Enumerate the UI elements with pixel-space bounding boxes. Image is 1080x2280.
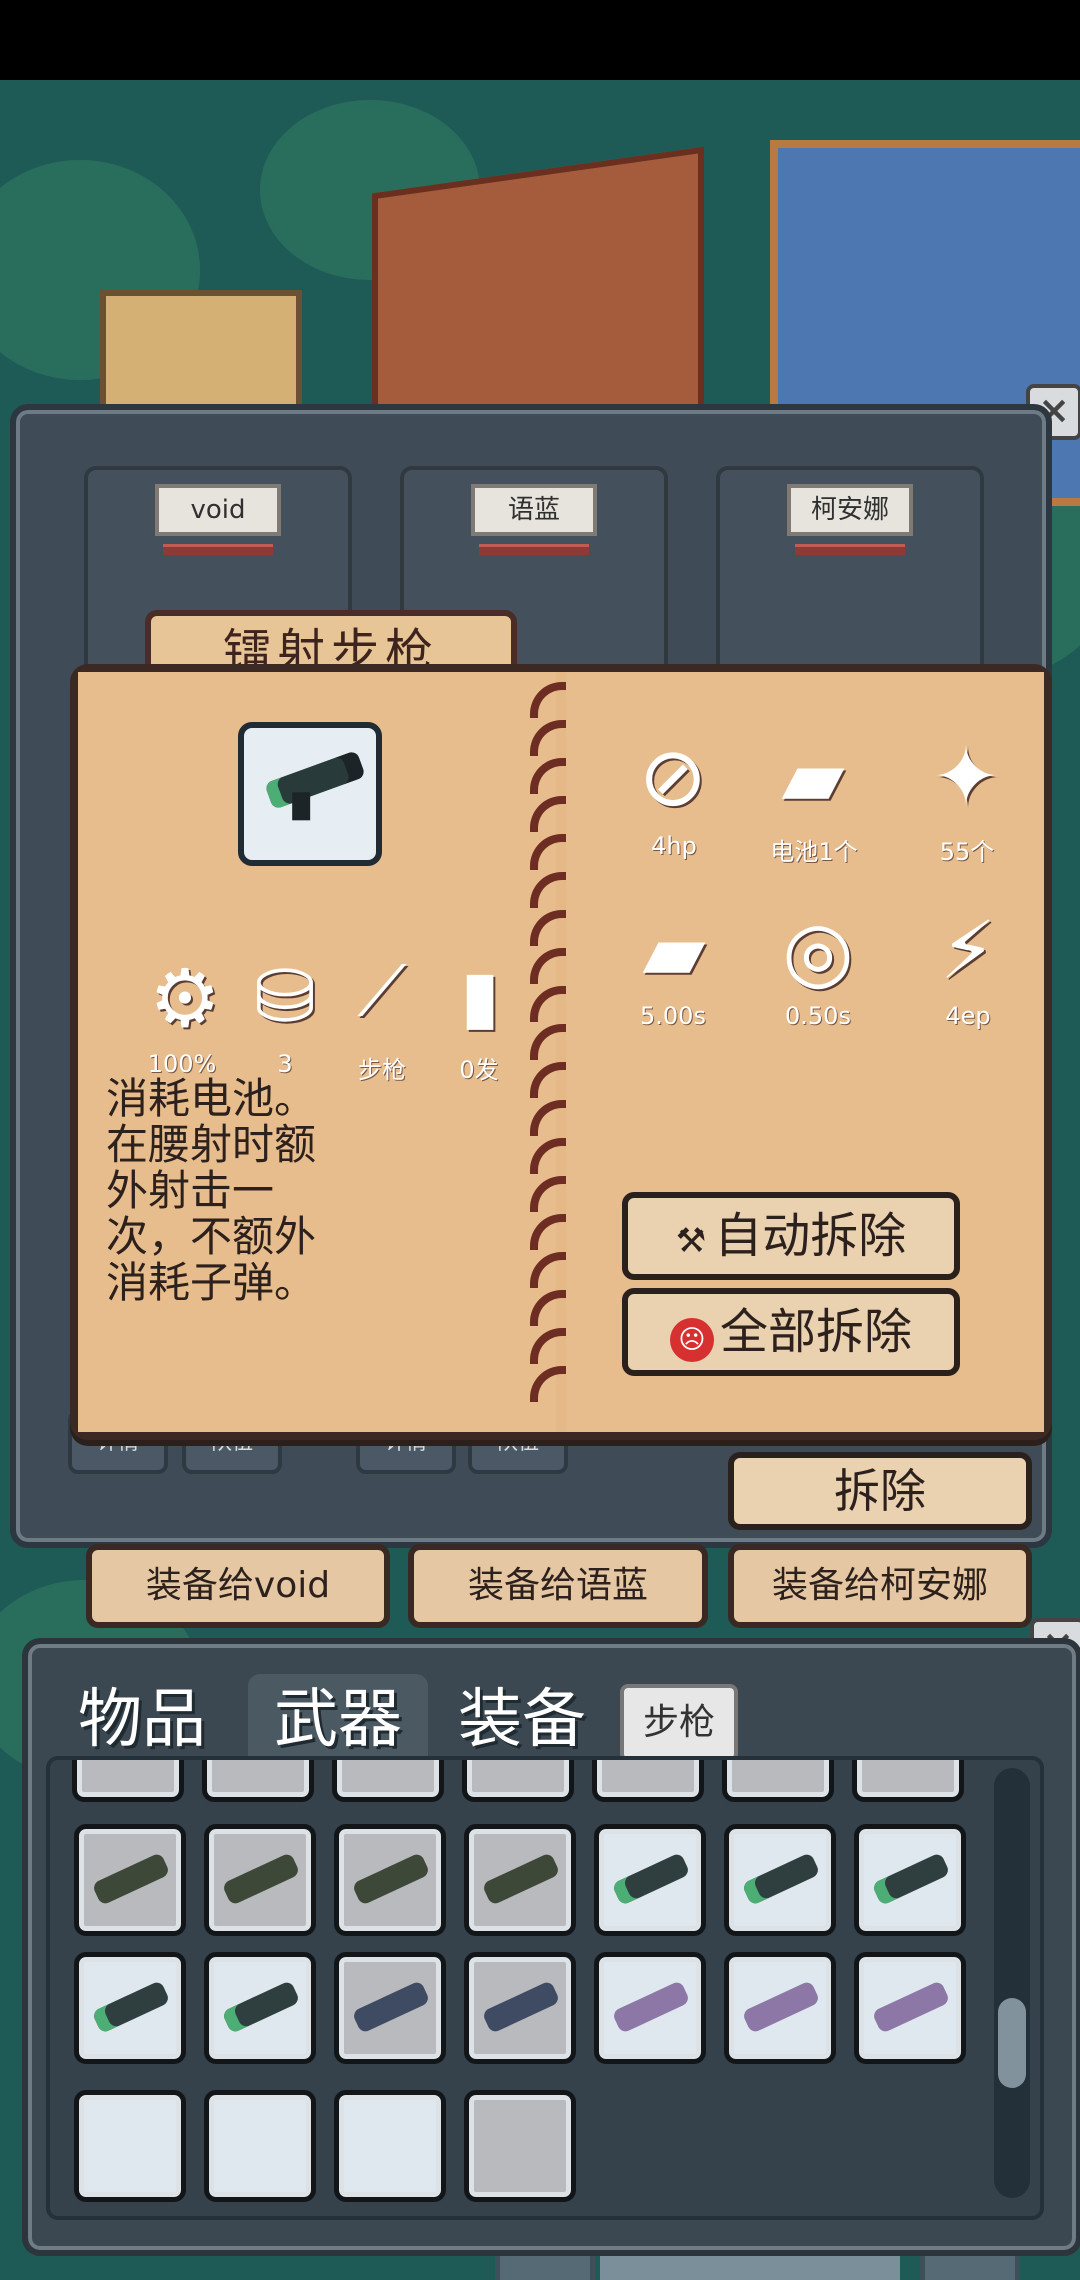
tab-equipment[interactable]: 装备: [432, 1674, 612, 1766]
stat-energy: 4ep: [945, 1002, 991, 1030]
gear-wrench-icon: ⚙: [149, 952, 221, 1045]
magazine-icon: ▰: [781, 730, 845, 825]
inventory-panel: 物品 武器 装备 步枪: [22, 1638, 1080, 2256]
weapon-slot[interactable]: [74, 1952, 186, 2064]
character-name-yulan: 语蓝: [471, 484, 597, 536]
scrollbar-thumb[interactable]: [998, 1998, 1026, 2088]
hp-bar-yulan: [479, 544, 589, 555]
hp-bar-void: [163, 544, 273, 555]
weapon-filter-button[interactable]: 步枪: [620, 1684, 738, 1762]
energy-icon: ⚡: [939, 904, 997, 997]
reload-icon: ▰: [642, 904, 706, 999]
weapon-slot[interactable]: [854, 1824, 966, 1936]
supply-crate: [100, 290, 302, 422]
auto-remove-label: 自动拆除: [714, 1208, 907, 1264]
weapon-slot[interactable]: [334, 1824, 446, 1936]
equip-yulan-button[interactable]: 装备给语蓝: [408, 1544, 708, 1628]
stat-reload: 5.00s: [640, 1002, 706, 1030]
remove-all-label: 全部拆除: [719, 1304, 912, 1360]
stat-damage: 4hp: [651, 832, 697, 860]
angry-face-icon: ☹: [669, 1318, 714, 1362]
weapon-slot[interactable]: [204, 1824, 316, 1936]
weapon-slot[interactable]: [464, 1952, 576, 2064]
rifle-icon: ⟋: [357, 950, 407, 1032]
weapon-description: 消耗电池。在腰射时额外射击一次，不额外消耗子弹。: [106, 1074, 317, 1307]
weapon-preview: [238, 722, 382, 866]
weapon-slot[interactable]: [854, 1952, 966, 2064]
remove-all-button[interactable]: ☹ 全部拆除: [622, 1288, 960, 1376]
weapon-slot[interactable]: [74, 1824, 186, 1936]
weapon-slot[interactable]: [594, 1952, 706, 2064]
stat-bullets: 55个: [939, 838, 995, 866]
weapon-slot[interactable]: [464, 1824, 576, 1936]
hp-bar-keanna: [795, 544, 905, 555]
equip-keanna-button[interactable]: 装备给柯安娜: [728, 1544, 1032, 1628]
weight-icon: ⛁: [253, 954, 316, 1040]
bullet-icon: ▮: [460, 954, 500, 1038]
character-name-keanna: 柯安娜: [787, 484, 913, 536]
weapon-slot[interactable]: [724, 1824, 836, 1936]
weapon-slot[interactable]: [594, 1824, 706, 1936]
weapon-grid: [46, 1756, 1044, 2220]
stat-magazine: 电池1个: [770, 838, 858, 866]
weapon-slot[interactable]: [724, 1952, 836, 2064]
remove-button[interactable]: 拆除: [728, 1452, 1032, 1530]
weapon-detail-book: ⚙ 100% ⛁ 3 ⟋ 步枪 ▮ 0发 消耗电池。在腰射时额外射击一次，不额外…: [70, 664, 1052, 1440]
damage-icon: ⊘: [638, 730, 708, 825]
stat-bullet-use: 0发: [459, 1056, 499, 1084]
target-icon: ◎: [782, 904, 854, 999]
character-name-void: void: [155, 484, 281, 536]
tab-weapons[interactable]: 武器: [248, 1674, 428, 1766]
tab-items[interactable]: 物品: [52, 1674, 232, 1766]
stat-fire-interval: 0.50s: [785, 1002, 851, 1030]
wrench-icon: ⚒: [675, 1221, 707, 1261]
auto-remove-button[interactable]: ⚒ 自动拆除: [622, 1192, 960, 1280]
weapon-slot[interactable]: [334, 1952, 446, 2064]
inventory-scrollbar[interactable]: [994, 1768, 1030, 2198]
left-page: ⚙ 100% ⛁ 3 ⟋ 步枪 ▮ 0发 消耗电池。在腰射时额外射击一次，不额外…: [78, 672, 556, 1432]
right-page: ⊘ 4hp ▰ 电池1个 ✦ 55个 ▰ 5.00s ◎ 0.50s ⚡ 4ep…: [566, 672, 1044, 1432]
equip-void-button[interactable]: 装备给void: [86, 1544, 390, 1628]
bullets-icon: ✦: [931, 730, 1001, 825]
laser-rifle-icon: [264, 750, 366, 810]
weapon-slot[interactable]: [204, 1952, 316, 2064]
